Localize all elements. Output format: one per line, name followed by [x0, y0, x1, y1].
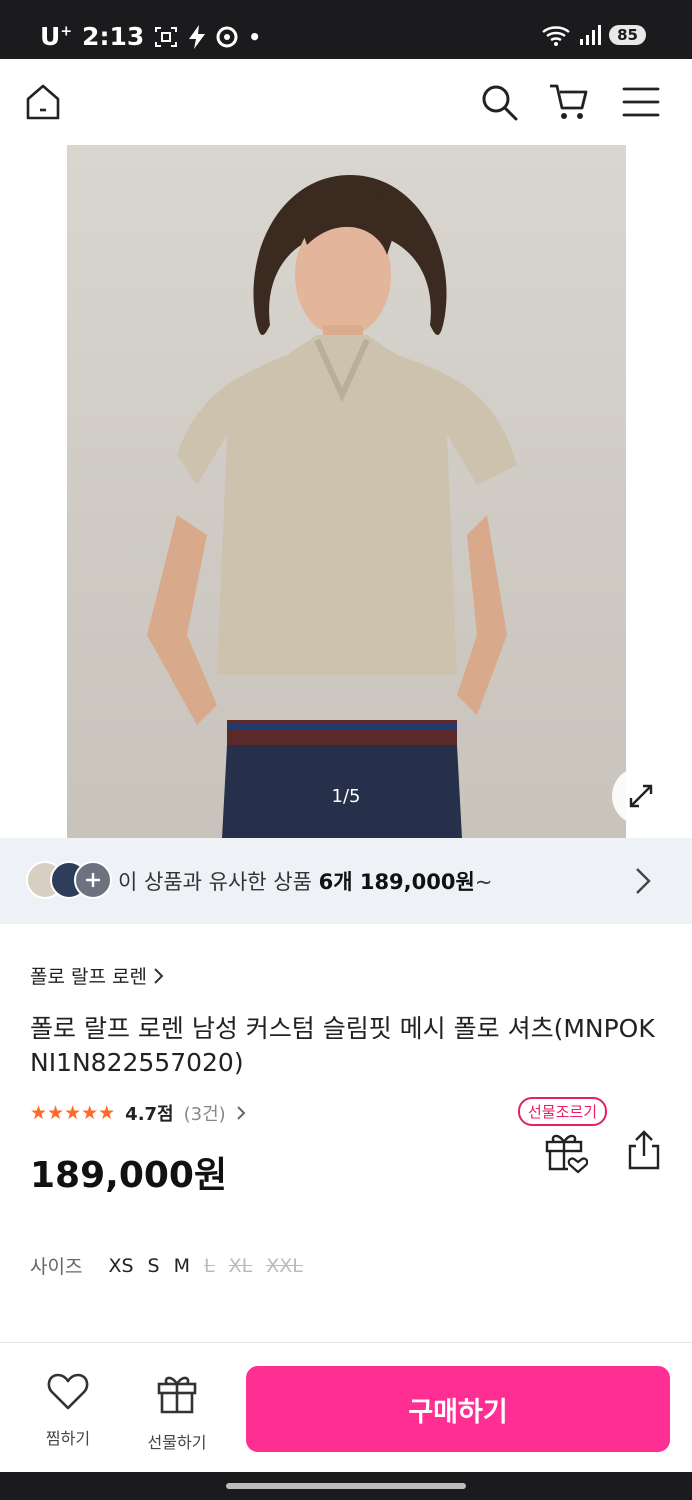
review-count: (3건)	[183, 1104, 226, 1125]
chrome-icon	[216, 26, 238, 47]
similar-avatars	[26, 861, 112, 901]
product-image-carousel[interactable]: 1/5	[0, 145, 692, 838]
bottom-action-bar: 찜하기 선물하기 구매하기	[0, 1342, 692, 1472]
product-title: 폴로 랄프 로렌 남성 커스텀 슬림핏 메시 폴로 셔츠(MNPOKNI1N82…	[30, 1014, 655, 1077]
share-icon	[628, 1130, 660, 1170]
model-illustration	[147, 175, 517, 838]
brand-link[interactable]: 폴로 랄프 로렌	[30, 962, 165, 989]
rating-row[interactable]: ★★★★★ 4.7점 (3건)	[30, 1100, 246, 1126]
signal-icon	[580, 25, 602, 45]
dot-icon: •	[248, 24, 262, 49]
gift-heart-icon	[545, 1134, 589, 1174]
status-bar: U+ 2:13 • 85	[0, 0, 692, 59]
header	[0, 59, 692, 145]
chevron-right-icon	[236, 1106, 246, 1120]
product-photo	[67, 145, 626, 838]
expand-icon	[629, 784, 653, 808]
size-option[interactable]: S	[148, 1255, 160, 1277]
screenshot-icon	[155, 26, 178, 47]
brand-name: 폴로 랄프 로렌	[30, 966, 147, 988]
gift-icon	[157, 1376, 197, 1414]
battery-badge: 85	[609, 25, 646, 45]
wish-label: 찜하기	[45, 1429, 91, 1448]
size-option[interactable]: XS	[108, 1255, 133, 1277]
size-option-soldout: L	[204, 1254, 215, 1277]
cart-icon	[550, 84, 588, 119]
system-nav-bar	[0, 1472, 692, 1500]
flash-icon	[189, 24, 206, 49]
similar-products-bar[interactable]: 이 상품과 유사한 상품 6개 189,000원~	[0, 838, 692, 924]
wifi-icon	[542, 26, 570, 46]
size-option[interactable]: M	[174, 1255, 190, 1277]
size-row: 사이즈 XS S M L XL XXL	[30, 1252, 303, 1279]
wish-button[interactable]: 찜하기	[28, 1371, 108, 1449]
gift-request-badge[interactable]: 선물조르기	[518, 1097, 608, 1126]
buy-button[interactable]: 구매하기	[246, 1366, 670, 1452]
rating-stars: ★★★★★	[30, 1102, 116, 1124]
home-icon	[26, 84, 60, 120]
size-option-soldout: XL	[228, 1254, 253, 1277]
similar-text: 이 상품과 유사한 상품 6개 189,000원~	[118, 870, 493, 894]
menu-button[interactable]	[618, 79, 664, 125]
plus-icon	[86, 873, 100, 887]
rating-score: 4.7점	[125, 1104, 174, 1125]
size-label: 사이즈	[30, 1256, 83, 1278]
gift-label: 선물하기	[147, 1433, 207, 1452]
heart-icon	[47, 1373, 89, 1410]
gift-request-button[interactable]	[542, 1128, 589, 1174]
product-price: 189,000원	[30, 1155, 228, 1196]
size-option-soldout: XXL	[266, 1254, 303, 1277]
status-time: 2:13	[82, 22, 145, 51]
search-button[interactable]	[476, 79, 522, 125]
carrier: U+	[40, 22, 73, 51]
chevron-right-icon	[636, 868, 651, 894]
image-counter: 1/5	[331, 786, 361, 807]
status-right: 85	[541, 24, 646, 46]
menu-icon	[622, 87, 660, 117]
similar-more	[74, 861, 112, 899]
gift-button[interactable]: 선물하기	[137, 1371, 217, 1453]
home-button[interactable]	[20, 79, 66, 125]
status-left: U+ 2:13 •	[40, 22, 261, 51]
share-button[interactable]	[624, 1128, 668, 1172]
cart-button[interactable]	[546, 79, 592, 125]
chevron-right-icon	[154, 967, 164, 984]
home-indicator[interactable]	[226, 1483, 466, 1489]
expand-button[interactable]	[612, 767, 670, 825]
search-icon	[482, 85, 518, 121]
